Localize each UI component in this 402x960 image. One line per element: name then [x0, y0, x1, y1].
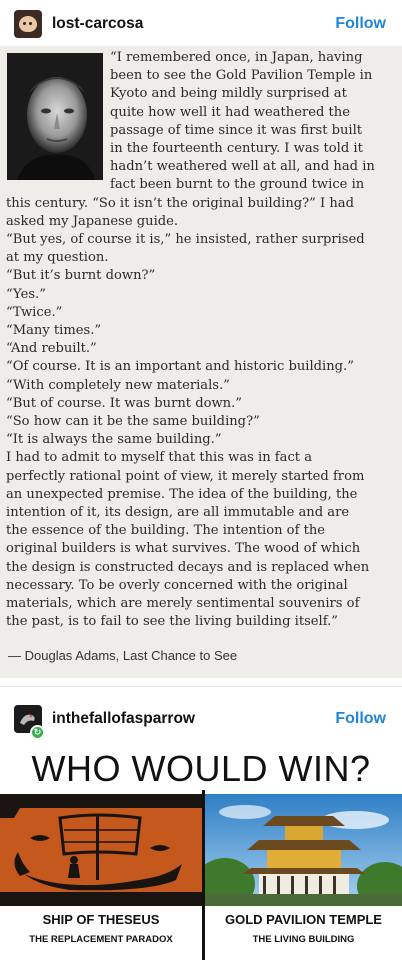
username[interactable]: lost-carcosa — [52, 15, 143, 33]
follow-button[interactable]: Follow — [335, 15, 386, 33]
avatar-eye — [23, 22, 26, 25]
avatar-face — [19, 16, 37, 32]
quote-line: asked my Japanese guide. — [6, 213, 179, 229]
quote-line: “But of course. It was burnt down.” — [6, 395, 242, 411]
temple-caption-subtitle: THE LIVING BUILDING — [252, 934, 355, 945]
quote-line: necessary. To be overly concerned with t… — [6, 577, 348, 593]
post-header: lost-carcosa Follow — [0, 2, 402, 46]
quote-line: “So how can it be the same building?” — [6, 414, 260, 430]
quote-line: “Of course. It is an important and histo… — [6, 359, 354, 375]
meme-title: WHO WOULD WIN? — [31, 748, 371, 789]
reblog-icon: ↻ — [30, 725, 45, 740]
quote-line: materials, which are merely sentimental … — [6, 596, 360, 612]
quote-attribution: — Douglas Adams, Last Chance to See — [8, 648, 238, 663]
username[interactable]: inthefallofasparrow — [52, 710, 195, 728]
avatar-eye — [29, 22, 32, 25]
quote-line: “Twice.” — [6, 304, 63, 320]
quote-line: this century. “So it isn’t the original … — [6, 195, 354, 211]
quote-line: “Yes.” — [6, 286, 46, 302]
gold-pavilion-image — [205, 794, 402, 906]
quote-image: “I remembered once, in Japan, having bee… — [0, 46, 402, 678]
quote-line: perfectly rational point of view, it mer… — [6, 468, 365, 484]
quote-line: I had to admit to myself that this was i… — [6, 450, 313, 466]
post-header: inthefallofasparrow Follow — [0, 697, 402, 741]
quote-line: the essence of the building. The intenti… — [6, 523, 326, 539]
quote-line: intention of it, its design, are all imm… — [6, 505, 350, 521]
ship-of-theseus-image — [0, 794, 202, 906]
follow-button[interactable]: Follow — [335, 710, 386, 728]
quote-line: “It is always the same building.” — [6, 432, 222, 448]
quote-line: “But it’s burnt down?” — [6, 268, 156, 284]
ship-caption-title: SHIP OF THESEUS — [42, 912, 160, 927]
temple-caption-title: GOLD PAVILION TEMPLE — [225, 912, 382, 927]
quote-line: an unexpected premise. The idea of the b… — [6, 486, 358, 502]
quote-line: the design is constructed decays and is … — [6, 559, 370, 575]
ship-caption-subtitle: THE REPLACEMENT PARADOX — [29, 934, 173, 945]
portrait-spacer — [6, 49, 110, 181]
quote-line: “Many times.” — [6, 323, 102, 339]
quote-text: “I remembered once, in Japan, having bee… — [6, 49, 398, 632]
quote-line: “But yes, of course it is,” he insisted,… — [6, 232, 365, 248]
quote-line: original builders is what survives. The … — [6, 541, 361, 557]
quote-line: the past, is to fail to see the living b… — [6, 614, 338, 630]
quote-line: “With completely new materials.” — [6, 377, 230, 393]
quote-line: at my question. — [6, 250, 109, 266]
avatar[interactable] — [14, 10, 42, 38]
quote-line: “And rebuilt.” — [6, 341, 97, 357]
